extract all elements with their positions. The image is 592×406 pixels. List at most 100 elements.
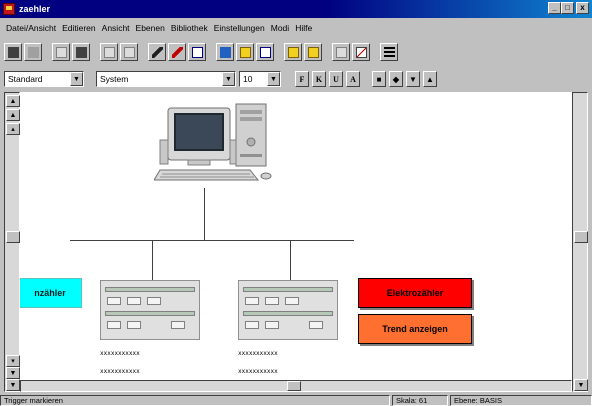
paste-special-icon — [123, 46, 135, 58]
font-color-button[interactable]: A — [346, 71, 360, 87]
trend-anzeigen-label: Trend anzeigen — [382, 324, 448, 334]
select-button[interactable] — [216, 43, 234, 61]
drawing-canvas[interactable]: nzähler xxxxxxxxxxx xxxxxxxxxxx xxxxxxxx… — [20, 92, 572, 392]
zoom-button[interactable] — [236, 43, 254, 61]
connect-button[interactable] — [148, 43, 166, 61]
panel1-value-1: xxxxxxxxxxx — [100, 350, 140, 357]
scroll-down-right-icon[interactable]: ▼ — [574, 379, 588, 391]
status-message: Trigger markieren — [0, 394, 390, 406]
arrow-up-icon: ▲ — [426, 74, 434, 84]
style-select[interactable]: Standard ▼ — [4, 71, 84, 87]
elektrozaehler-button[interactable]: Elektrozähler — [358, 278, 472, 308]
arrow-down-button[interactable]: ▼ — [406, 71, 420, 87]
scroll-down-small-icon[interactable]: ▾ — [6, 355, 20, 367]
align-center-icon: ◆ — [392, 74, 400, 84]
menu-ansicht[interactable]: Ansicht — [102, 23, 130, 33]
disconnect-icon — [171, 46, 183, 58]
status-scale: Skala: 61 — [392, 394, 448, 406]
copy-icon — [75, 46, 87, 58]
size-select[interactable]: 10 ▼ — [239, 71, 281, 87]
bold-button[interactable]: F — [295, 71, 309, 87]
disconnect-button[interactable] — [168, 43, 186, 61]
arrow-down-icon: ▼ — [409, 74, 417, 84]
window-title: zaehler — [19, 4, 51, 14]
chart-button[interactable] — [352, 43, 370, 61]
meter-label-box[interactable]: nzähler — [20, 278, 82, 308]
menu-editieren[interactable]: Editieren — [62, 23, 96, 33]
save-button[interactable] — [4, 43, 22, 61]
app-icon[interactable] — [3, 3, 15, 15]
scroll-top-icon[interactable]: ▲ — [6, 95, 20, 107]
panel2-value-1: xxxxxxxxxxx — [238, 350, 278, 357]
chart-icon — [355, 46, 367, 58]
style-select-value: Standard — [8, 74, 43, 84]
cut-icon — [55, 46, 67, 58]
align-center-button[interactable]: ◆ — [389, 71, 403, 87]
menu-hilfe[interactable]: Hilfe — [295, 23, 312, 33]
paste-icon — [103, 46, 115, 58]
panel1-value-2: xxxxxxxxxxx — [100, 368, 140, 375]
italic-button[interactable]: K — [312, 71, 326, 87]
new-icon — [287, 46, 299, 58]
menu-bibliothek[interactable]: Bibliothek — [171, 23, 208, 33]
paste-button[interactable] — [100, 43, 118, 61]
menu-datei[interactable]: Datei/Ansicht — [6, 23, 56, 33]
print-button[interactable] — [24, 43, 42, 61]
connector-vertical-right — [290, 240, 291, 280]
chevron-down-icon[interactable]: ▼ — [267, 72, 280, 86]
open-button[interactable] — [304, 43, 322, 61]
size-select-value: 10 — [243, 74, 253, 84]
window-button[interactable] — [188, 43, 206, 61]
format-toolbar: Standard ▼ System ▼ 10 ▼ F K U A ■ ◆ ▼ ▲ — [4, 68, 588, 90]
paste-special-button[interactable] — [120, 43, 138, 61]
hscroll-thumb[interactable] — [287, 381, 301, 391]
zoom-icon — [239, 46, 251, 58]
arrow-up-button[interactable]: ▲ — [423, 71, 437, 87]
horizontal-scrollbar[interactable] — [20, 380, 572, 392]
underline-button[interactable]: U — [329, 71, 343, 87]
font-select[interactable]: System ▼ — [96, 71, 236, 87]
new-button[interactable] — [284, 43, 302, 61]
window-icon — [191, 46, 203, 58]
left-scrollbar[interactable]: ▲ ▲ ▴ ▾ ▼ ▼ — [4, 92, 20, 392]
panel2-value-2: xxxxxxxxxxx — [238, 368, 278, 375]
cut-button[interactable] — [52, 43, 70, 61]
meter-panel-2[interactable] — [238, 280, 338, 340]
window-list-button[interactable] — [256, 43, 274, 61]
window-controls: _ □ x — [548, 2, 589, 14]
chevron-down-icon[interactable]: ▼ — [222, 72, 235, 86]
status-bar: Trigger markieren Skala: 61 Ebene: BASIS — [0, 394, 592, 406]
connector-vertical-left — [152, 240, 153, 280]
copy-button[interactable] — [72, 43, 90, 61]
edit-icon — [335, 46, 347, 58]
menu-modi[interactable]: Modi — [271, 23, 289, 33]
scroll-up-icon[interactable]: ▲ — [6, 109, 20, 121]
font-select-value: System — [100, 74, 129, 84]
list-button[interactable] — [380, 43, 398, 61]
print-icon — [27, 46, 39, 58]
scroll-bottom-icon[interactable]: ▼ — [6, 379, 20, 391]
save-icon — [7, 46, 19, 58]
elektrozaehler-label: Elektrozähler — [386, 288, 444, 298]
scroll-thumb[interactable] — [6, 231, 20, 243]
scroll-down-icon[interactable]: ▼ — [6, 367, 20, 379]
minimize-button[interactable]: _ — [548, 2, 561, 14]
meter-panel-1[interactable] — [100, 280, 200, 340]
align-left-button[interactable]: ■ — [372, 71, 386, 87]
title-bar: zaehler _ □ x — [0, 0, 592, 18]
right-scrollbar[interactable]: ▼ — [572, 92, 588, 392]
window-list-icon — [259, 46, 271, 58]
menu-einstellungen[interactable]: Einstellungen — [214, 23, 265, 33]
status-layer: Ebene: BASIS — [450, 394, 592, 406]
menu-ebenen[interactable]: Ebenen — [136, 23, 165, 33]
close-button[interactable]: x — [576, 2, 589, 14]
computer-image[interactable] — [153, 100, 278, 188]
edit-button[interactable] — [332, 43, 350, 61]
select-icon — [219, 46, 231, 58]
scroll-up-small-icon[interactable]: ▴ — [6, 123, 20, 135]
trend-anzeigen-button[interactable]: Trend anzeigen — [358, 314, 472, 344]
maximize-button[interactable]: □ — [561, 2, 574, 14]
chevron-down-icon[interactable]: ▼ — [70, 72, 83, 86]
scroll-thumb-right[interactable] — [574, 231, 588, 243]
list-icon — [383, 46, 395, 58]
